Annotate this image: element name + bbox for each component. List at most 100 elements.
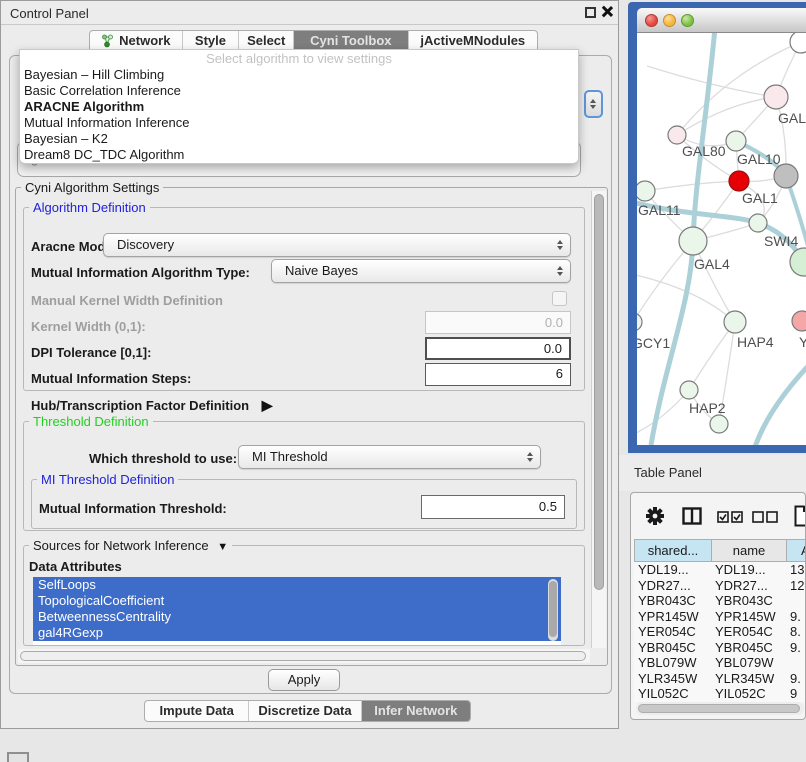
- algorithm-definition-title: Algorithm Definition: [29, 200, 150, 215]
- network-node[interactable]: [668, 126, 686, 144]
- control-panel-title: Control Panel: [10, 6, 89, 21]
- cell-value: 9.: [786, 671, 806, 687]
- dpi-tolerance-field[interactable]: 0.0: [425, 337, 571, 360]
- manual-kernel-checkbox[interactable]: [552, 291, 567, 306]
- network-node[interactable]: [724, 311, 746, 333]
- float-panel-icon[interactable]: [585, 7, 596, 18]
- window-minimize-button[interactable]: [663, 14, 676, 27]
- network-node[interactable]: [764, 85, 788, 109]
- list-item-gal4rgexp[interactable]: gal4RGexp: [33, 625, 561, 641]
- table-settings-gear-icon[interactable]: [645, 506, 665, 526]
- table-row[interactable]: YBL079W YBL079W: [634, 655, 806, 671]
- table-row[interactable]: YBR045C YBR045C 9.: [634, 640, 806, 656]
- network-node[interactable]: [680, 381, 698, 399]
- cell-shared-name: YDR27...: [634, 578, 711, 594]
- column-header-shared-name[interactable]: shared...: [635, 540, 712, 561]
- tab-style[interactable]: Style: [182, 31, 239, 51]
- node-label: GAL4: [694, 256, 730, 272]
- network-node[interactable]: [729, 171, 749, 191]
- select-all-checkboxes-icon[interactable]: [717, 511, 743, 523]
- network-node[interactable]: [637, 313, 642, 331]
- popup-item-bayesian-hill-climbing[interactable]: Bayesian – Hill Climbing: [20, 67, 578, 83]
- table-row[interactable]: YIL052C YIL052C 9: [634, 686, 806, 702]
- tab-jactivemnodules[interactable]: jActiveMNodules: [408, 31, 537, 51]
- column-header-partial-label: A: [801, 543, 806, 558]
- new-table-file-icon[interactable]: [794, 505, 806, 527]
- column-selector-icon[interactable]: [682, 507, 702, 525]
- network-graph[interactable]: GAL GAL80 GAL10 GAL1 GAL11 SWI4 GAL4 GCY…: [637, 33, 806, 445]
- network-node[interactable]: [726, 131, 746, 151]
- popup-item-bayesian-k2[interactable]: Bayesian – K2: [20, 131, 578, 147]
- settings-hscrollbar-thumb[interactable]: [20, 651, 586, 661]
- tab-infer-network[interactable]: Infer Network: [361, 701, 470, 721]
- apply-button[interactable]: Apply: [268, 669, 340, 691]
- mi-steps-field[interactable]: 6: [425, 363, 571, 386]
- mi-threshold-field[interactable]: 0.5: [421, 495, 565, 519]
- window-close-button[interactable]: [645, 14, 658, 27]
- network-node[interactable]: [710, 415, 728, 433]
- network-node[interactable]: [679, 227, 707, 255]
- which-threshold-combo[interactable]: MI Threshold: [238, 445, 541, 469]
- table-row[interactable]: YLR345W YLR345W 9.: [634, 671, 806, 687]
- window-zoom-button[interactable]: [681, 14, 694, 27]
- data-attributes-label: Data Attributes: [29, 559, 122, 575]
- list-scrollbar-thumb[interactable]: [549, 581, 557, 637]
- popup-item-aracne[interactable]: ARACNE Algorithm: [20, 99, 578, 115]
- which-threshold-value: MI Threshold: [252, 449, 328, 464]
- settings-vscrollbar-thumb[interactable]: [594, 194, 604, 590]
- table-row[interactable]: YDL19... YDL19... 13: [634, 562, 806, 578]
- kernel-width-label: Kernel Width (0,1):: [31, 319, 146, 335]
- network-window-titlebar[interactable]: [637, 8, 806, 33]
- algorithm-combo-stepper[interactable]: [584, 90, 603, 118]
- popup-item-basic-correlation[interactable]: Basic Correlation Inference: [20, 83, 578, 99]
- kernel-width-field[interactable]: 0.0: [425, 311, 571, 334]
- sources-expanded-arrow-icon[interactable]: ▼: [217, 541, 228, 553]
- aracne-mode-combo[interactable]: Discovery: [103, 233, 571, 257]
- sources-group-title[interactable]: Sources for Network Inference ▼: [29, 538, 232, 553]
- network-node[interactable]: [792, 311, 806, 331]
- list-item-selfloops[interactable]: SelfLoops: [33, 577, 561, 593]
- list-item-topologicalcoefficient[interactable]: TopologicalCoefficient: [33, 593, 561, 609]
- cell-value: [786, 655, 806, 671]
- stepper-arrows-icon: [590, 99, 596, 109]
- table-row[interactable]: YDR27... YDR27... 12: [634, 578, 806, 594]
- network-node[interactable]: [790, 33, 806, 53]
- cell-name: YBR043C: [711, 593, 786, 609]
- table-hscrollbar[interactable]: [636, 702, 804, 715]
- network-node[interactable]: [637, 181, 655, 201]
- list-item-betweennesscentrality[interactable]: BetweennessCentrality: [33, 609, 561, 625]
- hub-collapsed-arrow-icon[interactable]: ▶: [262, 397, 273, 413]
- column-header-name[interactable]: name: [712, 540, 787, 561]
- settings-vscrollbar[interactable]: [591, 191, 606, 648]
- list-scrollbar[interactable]: [548, 579, 558, 641]
- cell-name: YER054C: [711, 624, 786, 640]
- tab-discretize-data[interactable]: Discretize Data: [248, 701, 360, 721]
- column-header-partial[interactable]: A: [787, 540, 806, 561]
- floating-handle-partial[interactable]: [7, 752, 29, 762]
- settings-hscrollbar[interactable]: [18, 649, 590, 663]
- table-row[interactable]: YPR145W YPR145W 9.: [634, 609, 806, 625]
- tab-cyni-toolbox[interactable]: Cyni Toolbox: [293, 31, 407, 51]
- network-canvas[interactable]: GAL GAL80 GAL10 GAL1 GAL11 SWI4 GAL4 GCY…: [637, 33, 806, 445]
- tab-network[interactable]: Network: [90, 31, 182, 51]
- popup-item-mutual-information[interactable]: Mutual Information Inference: [20, 115, 578, 131]
- network-icon: [101, 34, 114, 48]
- cell-name: YLR345W: [711, 671, 786, 687]
- mi-type-combo[interactable]: Naive Bayes: [271, 259, 571, 283]
- close-panel-icon[interactable]: [600, 5, 613, 18]
- unselect-all-checkboxes-icon[interactable]: [752, 511, 778, 523]
- tab-select[interactable]: Select: [238, 31, 293, 51]
- network-node[interactable]: [749, 214, 767, 232]
- popup-item-dream8[interactable]: Dream8 DC_TDC Algorithm: [20, 147, 578, 163]
- table-row[interactable]: YBR043C YBR043C: [634, 593, 806, 609]
- network-node[interactable]: [790, 248, 806, 276]
- combo-arrows-icon: [557, 266, 563, 276]
- tab-impute-data[interactable]: Impute Data: [145, 701, 248, 721]
- sources-title-label: Sources for Network Inference: [33, 538, 209, 553]
- table-hscrollbar-thumb[interactable]: [638, 704, 800, 713]
- cell-name: YPR145W: [711, 609, 786, 625]
- node-label: GCY1: [637, 335, 670, 351]
- hub-definition-toggle[interactable]: Hub/Transcription Factor Definition ▶: [31, 397, 273, 413]
- table-row[interactable]: YER054C YER054C 8.: [634, 624, 806, 640]
- network-node[interactable]: [774, 164, 798, 188]
